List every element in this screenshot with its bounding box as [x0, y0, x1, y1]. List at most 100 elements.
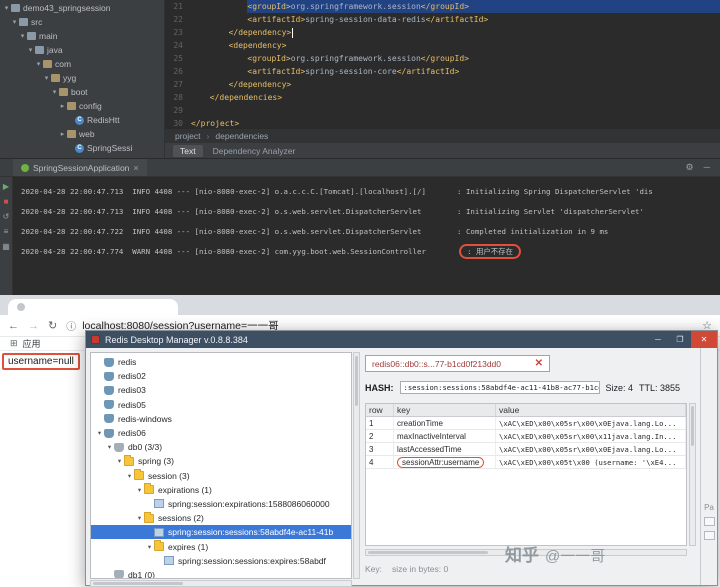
project-tree-item[interactable]: CSpringSessi	[0, 141, 164, 155]
side-button[interactable]	[704, 531, 715, 540]
close-icon[interactable]: ×	[133, 163, 138, 173]
stop-icon[interactable]: ■	[4, 198, 9, 206]
tree-toggle-icon[interactable]: ▾	[34, 60, 43, 68]
editor-code[interactable]: 21<groupId>org.springframework.session</…	[165, 0, 720, 128]
maximize-button[interactable]: ❐	[669, 331, 691, 348]
tree-toggle-icon[interactable]: ▾	[2, 4, 11, 12]
project-tree-item[interactable]: ▸web	[0, 127, 164, 141]
tree-toggle-icon[interactable]: ▾	[18, 32, 27, 40]
rdm-tree-item[interactable]: redis-windows	[91, 412, 351, 426]
scrollbar-thumb[interactable]	[691, 406, 694, 446]
table-row[interactable]: 1creationTime\xAC\xED\x00\x05sr\x00\x0Ej…	[366, 417, 686, 430]
tab-dependency-analyzer[interactable]: Dependency Analyzer	[213, 146, 296, 156]
column-header-key[interactable]: key	[394, 404, 496, 416]
tree-toggle-icon[interactable]: ▾	[26, 46, 35, 54]
code-line[interactable]: 21<groupId>org.springframework.session</…	[165, 0, 720, 13]
rdm-tree-item[interactable]: ▾spring (3)	[91, 454, 351, 468]
code-line[interactable]: 23</dependency>	[165, 26, 720, 39]
rdm-tree-item[interactable]: ▾session (3)	[91, 469, 351, 483]
tree-toggle-icon[interactable]: ▾	[145, 543, 154, 551]
tree-toggle-icon[interactable]: ▾	[115, 457, 124, 465]
restart-icon[interactable]: ↺	[3, 213, 10, 221]
code-line[interactable]: 30</project>	[165, 117, 720, 128]
tree-toggle-icon[interactable]: ▾	[135, 486, 144, 494]
code-line[interactable]: 25<groupId>org.springframework.session</…	[165, 52, 720, 65]
scrollbar-thumb[interactable]	[93, 582, 183, 585]
collapse-icon[interactable]: ─	[704, 162, 710, 173]
table-scrollbar[interactable]	[689, 403, 696, 546]
key-ttl-text: TTL: 3855	[639, 383, 680, 393]
column-header-value[interactable]: value	[496, 404, 686, 416]
table-row[interactable]: 2maxInactiveInterval\xAC\xED\x00\x05sr\x…	[366, 430, 686, 443]
code-line[interactable]: 26<artifactId>spring-session-core</artif…	[165, 65, 720, 78]
layout-icon[interactable]: ▦	[2, 243, 10, 251]
rdm-key-tab[interactable]: redis06::db0::s...77-b1cd0f213dd0 ✕	[365, 355, 550, 372]
tree-toggle-icon[interactable]: ▸	[58, 102, 67, 110]
project-tree-item[interactable]: CRedisHtt	[0, 113, 164, 127]
rdm-tree-item[interactable]: ▾db0 (3/3)	[91, 440, 351, 454]
gear-icon[interactable]: ⚙	[686, 162, 694, 173]
project-tree-item[interactable]: ▾com	[0, 57, 164, 71]
tree-toggle-icon[interactable]: ▾	[50, 88, 59, 96]
rdm-tree-item[interactable]: spring:session:sessions:58abdf4e-ac11-41…	[91, 525, 351, 539]
tree-toggle-icon[interactable]: ▾	[135, 514, 144, 522]
scrollbar-thumb[interactable]	[355, 356, 358, 406]
back-icon[interactable]: ←	[8, 320, 19, 332]
table-row[interactable]: 4sessionAttr:username\xAC\xED\x00\x05t\x…	[366, 456, 686, 469]
tab-text[interactable]: Text	[173, 145, 203, 157]
tree-toggle-icon[interactable]: ▾	[95, 429, 104, 437]
tree-toggle-icon[interactable]: ▾	[125, 472, 134, 480]
close-icon[interactable]: ✕	[535, 358, 543, 369]
minimize-button[interactable]: ─	[647, 331, 669, 348]
rerun-icon[interactable]: ▶	[3, 183, 9, 191]
project-tree-item[interactable]: ▾main	[0, 29, 164, 43]
browser-tab[interactable]	[8, 299, 178, 315]
table-row[interactable]: 3lastAccessedTime\xAC\xED\x00\x05sr\x00\…	[366, 443, 686, 456]
bookmarks-apps-label[interactable]: 应用	[23, 337, 41, 350]
rdm-tree-item[interactable]: ▾expirations (1)	[91, 483, 351, 497]
project-tree-item[interactable]: ▾boot	[0, 85, 164, 99]
code-line[interactable]: 24<dependency>	[165, 39, 720, 52]
code-line[interactable]: 28</dependencies>	[165, 91, 720, 104]
code-line[interactable]: 22<artifactId>spring-session-data-redis<…	[165, 13, 720, 26]
rdm-tree-item[interactable]: redis03	[91, 383, 351, 397]
code-line[interactable]: 29	[165, 104, 720, 117]
console-menu-icon[interactable]: ≡	[4, 228, 9, 236]
rdm-tree-item[interactable]: redis05	[91, 398, 351, 412]
forward-icon[interactable]: →	[28, 320, 39, 332]
console-toolbar: ▶ ■ ↺ ≡ ▦	[0, 177, 13, 295]
rdm-tree-item[interactable]: spring:session:expirations:1588086060000	[91, 497, 351, 511]
scrollbar-thumb[interactable]	[368, 551, 488, 554]
column-header-row[interactable]: row	[366, 404, 394, 416]
rdm-tree-item[interactable]: ▾expires (1)	[91, 539, 351, 553]
tree-toggle-icon[interactable]: ▾	[10, 18, 19, 26]
apps-grid-icon[interactable]: ⊞	[10, 338, 18, 349]
rdm-tree-item[interactable]: db1 (0)	[91, 568, 351, 579]
rdm-tree-item[interactable]: spring:session:sessions:expires:58abdf	[91, 554, 351, 568]
console-tab-springsessionapplication[interactable]: SpringSessionApplication ×	[13, 159, 147, 176]
tree-toggle-icon[interactable]: ▸	[58, 130, 67, 138]
rdm-tree-item[interactable]: redis	[91, 355, 351, 369]
close-button[interactable]: ✕	[691, 331, 717, 348]
project-tree-item[interactable]: ▾yyg	[0, 71, 164, 85]
breadcrumb-item-dependencies[interactable]: dependencies	[215, 131, 268, 141]
code-line[interactable]: 27</dependency>	[165, 78, 720, 91]
project-tree-item[interactable]: ▾java	[0, 43, 164, 57]
tree-scrollbar[interactable]	[353, 352, 360, 579]
rdm-tree-item[interactable]: ▾sessions (2)	[91, 511, 351, 525]
rdm-tree-item[interactable]: ▾redis06	[91, 426, 351, 440]
breadcrumb-item-project[interactable]: project	[175, 131, 201, 141]
rdm-titlebar[interactable]: Redis Desktop Manager v.0.8.8.384 ─ ❐ ✕	[86, 331, 717, 348]
rdm-tree-item[interactable]: redis02	[91, 369, 351, 383]
side-button[interactable]	[704, 517, 715, 526]
project-tree-item[interactable]: ▾demo43_springsession	[0, 1, 164, 15]
key-name-field[interactable]: :session:sessions:58abdf4e-ac11-41b8-ac7…	[400, 381, 600, 394]
tree-toggle-icon[interactable]: ▾	[42, 74, 51, 82]
folder-icon	[35, 46, 44, 54]
refresh-icon[interactable]: ↻	[48, 319, 57, 332]
project-tree-item[interactable]: ▸config	[0, 99, 164, 113]
project-tree-item[interactable]: ▾src	[0, 15, 164, 29]
project-tree: ▾demo43_springsession▾src▾main▾java▾com▾…	[0, 0, 165, 158]
tree-toggle-icon[interactable]: ▾	[105, 443, 114, 451]
info-icon[interactable]: ⓘ	[66, 318, 76, 333]
